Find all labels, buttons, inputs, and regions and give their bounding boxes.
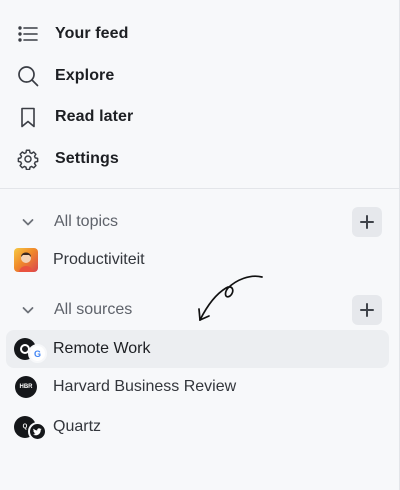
twitter-icon <box>28 422 47 441</box>
topics-section-header[interactable]: All topics <box>0 205 400 239</box>
list-icon <box>17 23 39 45</box>
nav-settings-label: Settings <box>55 150 119 167</box>
nav-explore[interactable]: Explore <box>0 56 400 96</box>
gear-icon <box>17 148 39 170</box>
source-avatar: HBR <box>15 376 37 398</box>
add-topic-button[interactable] <box>352 207 382 237</box>
source-item-label: Harvard Business Review <box>53 378 237 395</box>
nav-read-later[interactable]: Read later <box>0 97 400 137</box>
bookmark-icon <box>17 106 39 128</box>
sources-section-header[interactable]: All sources <box>0 293 400 327</box>
nav-settings[interactable]: Settings <box>0 139 400 179</box>
nav-explore-label: Explore <box>55 67 115 84</box>
topic-item-label: Productiviteit <box>53 251 145 268</box>
topic-item-productiviteit[interactable]: Productiviteit <box>0 240 400 280</box>
topic-thumbnail <box>14 248 38 272</box>
nav-read-later-label: Read later <box>55 108 134 125</box>
add-source-button[interactable] <box>352 295 382 325</box>
source-item-quartz[interactable]: Q Quartz <box>6 408 389 446</box>
chevron-down-icon[interactable] <box>21 215 35 229</box>
google-icon: G <box>28 344 47 363</box>
source-item-remote-work[interactable]: G Remote Work <box>6 330 389 368</box>
source-item-label: Remote Work <box>53 340 151 357</box>
source-item-harvard-business-review[interactable]: HBR Harvard Business Review <box>6 368 389 406</box>
nav-your-feed-label: Your feed <box>55 25 129 42</box>
chevron-down-icon[interactable] <box>21 303 35 317</box>
sources-section-label: All sources <box>54 301 133 318</box>
nav-your-feed[interactable]: Your feed <box>0 14 400 54</box>
source-item-label: Quartz <box>53 418 102 435</box>
sidebar: Your feed Explore Read later Settings Al… <box>0 0 400 490</box>
search-icon <box>17 65 39 87</box>
divider <box>0 188 400 189</box>
topics-section-label: All topics <box>54 213 119 230</box>
